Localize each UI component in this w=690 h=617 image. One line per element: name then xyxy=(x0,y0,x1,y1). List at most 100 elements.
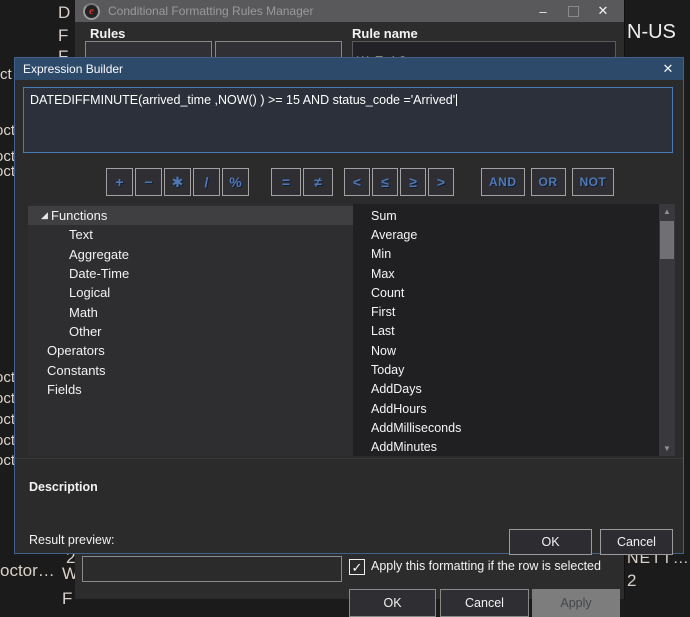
logical-operator-group: AND OR NOT xyxy=(481,168,614,196)
close-icon: ✕ xyxy=(598,3,609,19)
bg-text-fragment: oct xyxy=(0,390,15,407)
tree-item-text[interactable]: Text xyxy=(28,225,353,244)
list-item-addhours[interactable]: AddHours xyxy=(353,399,659,418)
tree-item-label: Logical xyxy=(69,285,110,300)
list-item-adddays[interactable]: AddDays xyxy=(353,380,659,399)
expression-text: DATEDIFFMINUTE(arrived_time ,NOW() ) >= … xyxy=(30,93,455,107)
relational-operator-group: < ≤ ≥ > xyxy=(344,168,454,196)
text-caret xyxy=(456,94,457,106)
modulo-operator-button[interactable]: % xyxy=(222,168,249,196)
bg-text-fragment: octor… xyxy=(0,561,55,581)
list-item-today[interactable]: Today xyxy=(353,360,659,379)
bg-text-fragment: ct xyxy=(0,66,12,83)
maximize-icon xyxy=(568,6,579,17)
checkmark-icon: ✓ xyxy=(352,561,363,574)
equality-operator-group: = ≠ xyxy=(271,168,333,196)
tree-item-constants[interactable]: Constants xyxy=(28,360,353,379)
rules-label: Rules xyxy=(90,26,125,41)
manager-cancel-button[interactable]: Cancel xyxy=(440,589,529,617)
tree-item-date-time[interactable]: Date-Time xyxy=(28,264,353,283)
tree-item-label: Constants xyxy=(47,363,106,378)
category-tree: ◢ Functions Text Aggregate Date-Time Log… xyxy=(28,204,353,456)
manager-ok-button[interactable]: OK xyxy=(349,589,436,617)
or-operator-button[interactable]: OR xyxy=(531,168,566,196)
dialog-cancel-button[interactable]: Cancel xyxy=(600,529,673,555)
tree-item-aggregate[interactable]: Aggregate xyxy=(28,245,353,264)
functions-list: Sum Average Min Max Count First Last Now… xyxy=(353,204,659,456)
minimize-button[interactable]: – xyxy=(528,0,558,22)
tree-item-operators[interactable]: Operators xyxy=(28,341,353,360)
tree-item-logical[interactable]: Logical xyxy=(28,283,353,302)
dialog-titlebar[interactable]: Expression Builder xyxy=(15,58,683,80)
result-preview-label: Result preview: xyxy=(29,533,114,547)
and-operator-button[interactable]: AND xyxy=(481,168,525,196)
not-equals-operator-button[interactable]: ≠ xyxy=(303,168,333,196)
scrollbar-thumb[interactable] xyxy=(660,221,674,259)
bg-text-fragment: F xyxy=(58,26,68,46)
tree-item-label: Math xyxy=(69,305,98,320)
bg-text-fragment: oct xyxy=(0,163,15,180)
tree-item-other[interactable]: Other xyxy=(28,322,353,341)
close-icon: ✕ xyxy=(663,61,674,77)
dialog-ok-button[interactable]: OK xyxy=(509,529,592,555)
dialog-close-button[interactable]: ✕ xyxy=(657,58,679,80)
list-item-sum[interactable]: Sum xyxy=(353,206,659,225)
app-logo-icon: e xyxy=(83,3,100,20)
vertical-scrollbar[interactable]: ▲ ▼ xyxy=(659,204,675,456)
close-button[interactable]: ✕ xyxy=(588,0,618,22)
expander-expanded-icon[interactable]: ◢ xyxy=(41,211,51,220)
tree-item-label: Aggregate xyxy=(69,247,129,262)
minimize-icon: – xyxy=(539,4,546,19)
list-item-first[interactable]: First xyxy=(353,302,659,321)
list-item-addmilliseconds[interactable]: AddMilliseconds xyxy=(353,418,659,437)
rules-manager-titlebar[interactable]: e Conditional Formatting Rules Manager –… xyxy=(75,0,624,22)
bg-text-fragment: oct xyxy=(0,432,15,449)
description-label: Description xyxy=(29,480,98,494)
list-item-min[interactable]: Min xyxy=(353,245,659,264)
list-item-last[interactable]: Last xyxy=(353,322,659,341)
scroll-down-icon[interactable]: ▼ xyxy=(659,442,675,455)
divide-operator-button[interactable]: / xyxy=(193,168,220,196)
tree-item-math[interactable]: Math xyxy=(28,302,353,321)
dialog-title: Expression Builder xyxy=(23,62,123,76)
multiply-operator-button[interactable]: ✱ xyxy=(164,168,191,196)
list-item-average[interactable]: Average xyxy=(353,225,659,244)
equals-operator-button[interactable]: = xyxy=(271,168,301,196)
greater-than-operator-button[interactable]: > xyxy=(428,168,454,196)
expression-builder-dialog: Expression Builder ✕ DATEDIFFMINUTE(arri… xyxy=(14,57,684,554)
arithmetic-operator-group: + − ✱ / % xyxy=(106,168,249,196)
list-item-max[interactable]: Max xyxy=(353,264,659,283)
apply-row-selected-checkbox[interactable]: ✓ xyxy=(349,559,365,575)
greater-equal-operator-button[interactable]: ≥ xyxy=(400,168,426,196)
bg-text-fragment: N-US xyxy=(627,21,676,44)
maximize-button[interactable] xyxy=(558,0,588,22)
less-equal-operator-button[interactable]: ≤ xyxy=(372,168,398,196)
list-item-addminutes[interactable]: AddMinutes xyxy=(353,438,659,457)
tree-item-label: Operators xyxy=(47,343,105,358)
not-operator-button[interactable]: NOT xyxy=(572,168,615,196)
dialog-footer: Description Result preview: OK Cancel xyxy=(15,458,683,554)
formatting-value-input[interactable] xyxy=(82,556,342,582)
expression-input[interactable]: DATEDIFFMINUTE(arrived_time ,NOW() ) >= … xyxy=(23,87,673,153)
list-item-count[interactable]: Count xyxy=(353,283,659,302)
bg-text-fragment: F xyxy=(62,589,72,609)
tree-item-functions[interactable]: ◢ Functions xyxy=(28,206,353,225)
list-item-now[interactable]: Now xyxy=(353,341,659,360)
rules-manager-title: Conditional Formatting Rules Manager xyxy=(108,4,313,18)
manager-apply-button[interactable]: Apply xyxy=(532,589,620,617)
rule-name-label: Rule name xyxy=(352,26,418,41)
scroll-up-icon[interactable]: ▲ xyxy=(659,205,675,218)
bg-text-fragment: oct xyxy=(0,452,15,469)
bg-text-fragment: oct xyxy=(0,411,15,428)
tree-item-label: Functions xyxy=(51,208,107,223)
bg-text-fragment: 2 xyxy=(627,571,636,591)
apply-row-selected-label: Apply this formatting if the row is sele… xyxy=(371,559,601,573)
less-than-operator-button[interactable]: < xyxy=(344,168,370,196)
plus-operator-button[interactable]: + xyxy=(106,168,133,196)
tree-item-label: Text xyxy=(69,227,93,242)
tree-item-label: Other xyxy=(69,324,102,339)
bg-text-fragment: D xyxy=(58,3,70,23)
minus-operator-button[interactable]: − xyxy=(135,168,162,196)
tree-item-fields[interactable]: Fields xyxy=(28,380,353,399)
bg-text-fragment: oct xyxy=(0,122,15,139)
